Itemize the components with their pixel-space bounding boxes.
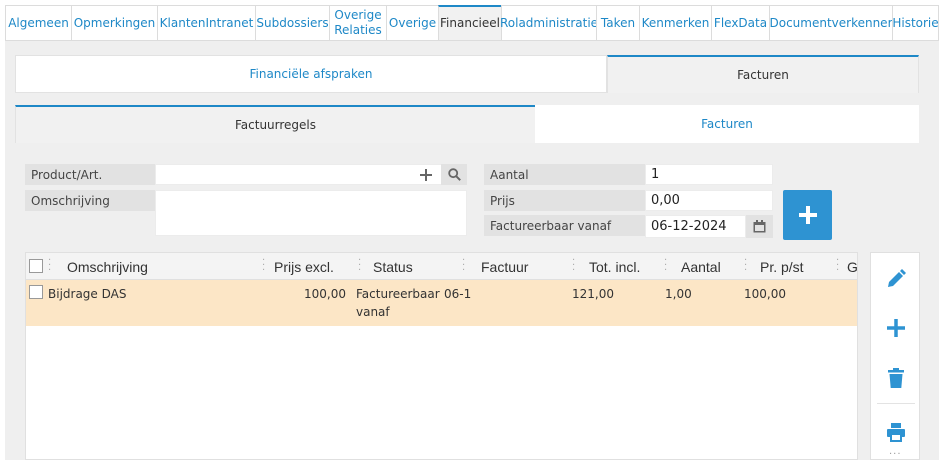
tab-taken[interactable]: Taken [596,5,639,41]
prijs-input[interactable]: 0,00 [645,190,773,211]
column-resize-handle[interactable]: · · · [572,256,575,276]
col-omschrijving[interactable]: Omschrijving [67,253,148,280]
tab-opmerkingen[interactable]: Opmerkingen [71,5,157,41]
col-status[interactable]: Status [373,253,413,280]
cell-status-line2: vanaf [356,305,390,319]
top-tab-bar: Algemeen Opmerkingen KlantenIntranet Sub… [5,5,939,41]
pencil-icon [888,269,906,287]
inner-tab-bar: Factuurregels Facturen [15,105,919,143]
omschrijving-textarea[interactable] [155,190,467,236]
section-tab-bar: Financiële afspraken Facturen [15,55,919,93]
add-factuurregel-button[interactable] [783,190,832,240]
grid-toolbar: ... [870,252,920,460]
cell-status-line1: Factureerbaar [356,287,440,301]
col-factuur[interactable]: Factuur [481,253,528,280]
omschrijving-label: Omschrijving [25,190,155,211]
more-indicator: ... [889,446,902,457]
tab-financieel[interactable]: Financieel [438,5,501,41]
col-tot-incl[interactable]: Tot. incl. [589,253,640,280]
cell-tot-incl: 121,00 [572,287,614,301]
column-resize-handle[interactable]: · · · [664,256,667,276]
toolbar-divider [877,403,915,404]
aantal-label: Aantal [484,164,645,185]
tab-kenmerken[interactable]: Kenmerken [639,5,711,41]
cell-status-date: 06-1 [444,287,472,301]
col-ge[interactable]: Ge [847,253,857,280]
col-prijs-excl[interactable]: Prijs excl. [274,253,334,280]
cell-pr-pst: 100,00 [744,287,786,301]
product-label: Product/Art. [25,164,155,185]
factureerbaar-label: Factureerbaar vanaf [484,215,645,236]
delete-button[interactable] [871,360,921,396]
tab-facturen-inner[interactable]: Facturen [535,105,919,143]
column-resize-handle[interactable]: · · · [262,256,265,276]
column-resize-handle[interactable]: · · · [836,256,839,276]
add-button[interactable] [871,310,921,346]
column-resize-handle[interactable]: · · · [462,256,465,276]
factureerbaar-date-input[interactable]: 06-12-2024 [645,215,746,238]
column-resize-handle[interactable]: · · · [358,256,361,276]
tab-subdossiers[interactable]: Subdossiers [255,5,329,41]
printer-icon [887,423,905,442]
calendar-icon[interactable] [746,215,773,238]
select-all-checkbox[interactable] [29,259,43,273]
cell-prijs-excl: 100,00 [304,287,346,301]
cell-aantal: 1,00 [665,287,692,301]
column-resize-handle[interactable]: · · · [48,256,51,276]
col-pr-pst[interactable]: Pr. p/st [760,253,804,280]
aantal-input[interactable]: 1 [645,164,773,185]
row-checkbox[interactable] [29,285,43,299]
factuurregels-grid: · · · Omschrijving · · · Prijs excl. · · · Sta… [25,252,858,460]
grid-header: · · · Omschrijving · · · Prijs excl. · · · Sta… [26,253,857,280]
edit-button[interactable] [871,261,921,297]
plus-icon [798,206,817,224]
col-aantal[interactable]: Aantal [681,253,721,280]
tab-overige-relaties[interactable]: Overige Relaties [329,5,386,41]
print-button[interactable] [871,414,921,450]
search-icon[interactable] [441,164,467,185]
financieel-panel: Financiële afspraken Facturen Factuurreg… [5,41,939,460]
tab-flexdata[interactable]: FlexData [711,5,769,41]
tab-documentverkenner[interactable]: Documentverkenner [769,5,893,41]
plus-icon [887,319,905,337]
tab-klantenintranet[interactable]: KlantenIntranet [157,5,255,41]
tab-historie[interactable]: Historie [892,5,939,41]
tab-overige[interactable]: Overige [386,5,438,41]
prijs-label: Prijs [484,190,645,211]
tab-facturen-section[interactable]: Facturen [607,55,919,93]
table-row[interactable]: Bijdrage DAS 100,00 Factureerbaar 06-1 v… [26,280,857,326]
tab-roladministratie[interactable]: Roladministratie [500,5,598,41]
tab-factuurregels[interactable]: Factuurregels [15,105,535,143]
column-resize-handle[interactable]: · · · [744,256,747,276]
tab-algemeen[interactable]: Algemeen [5,5,71,41]
plus-icon[interactable] [415,165,437,184]
trash-icon [888,368,904,388]
cell-omschrijving: Bijdrage DAS [48,287,127,301]
tab-financiele-afspraken[interactable]: Financiële afspraken [15,55,607,93]
